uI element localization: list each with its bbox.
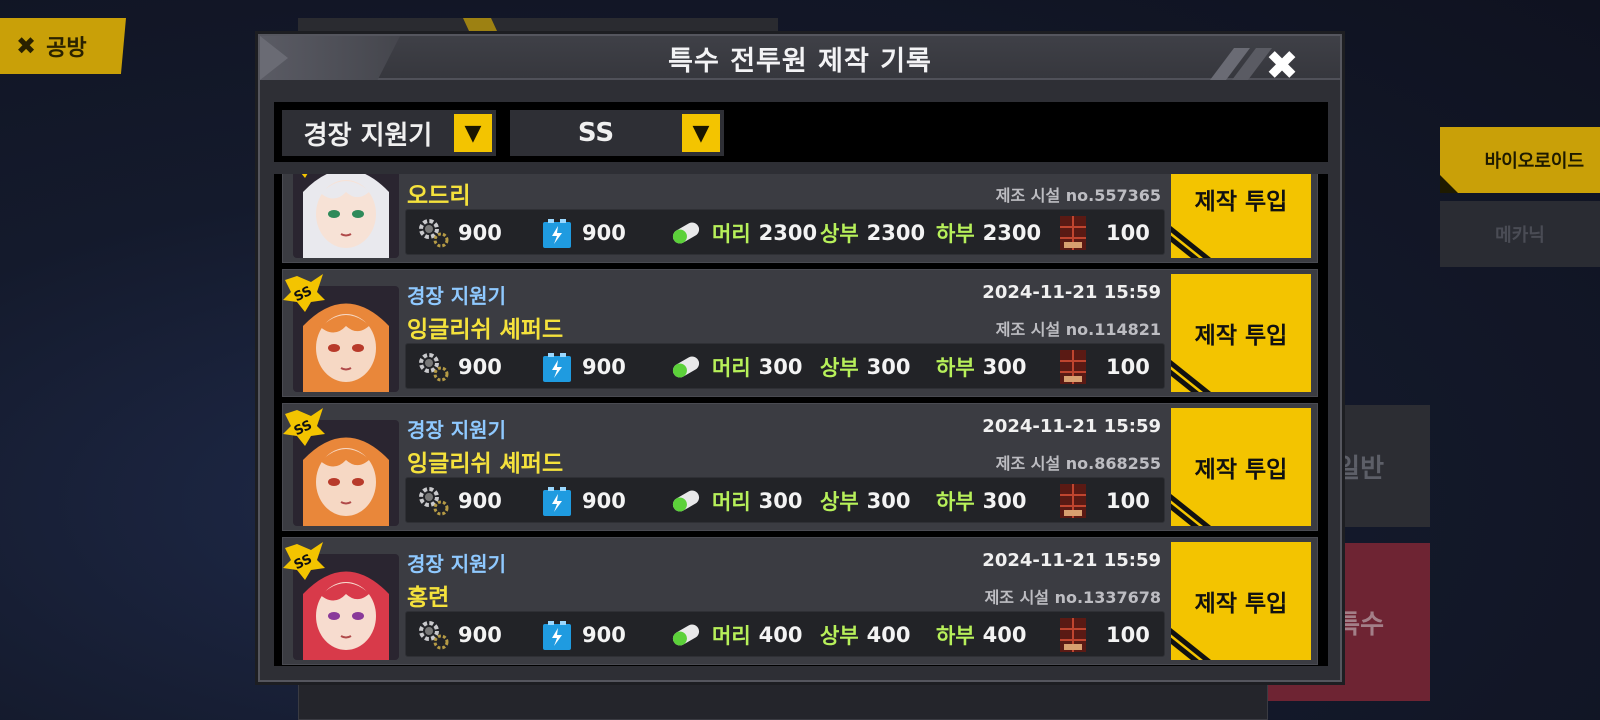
module-stat: 머리 300 [668, 478, 802, 524]
craft-history-modal: 특수 전투원 제작 기록 ✖ 경장 지원기 ▼ SS ▼ 오드리 제조 시설 n… [258, 34, 1342, 682]
side-tab-special-label: 특수 [1336, 609, 1384, 640]
back-label: 공방 [46, 36, 87, 61]
gear-icon [419, 219, 449, 248]
record-row: SS 경장 지원기 잉글리쉬 셰퍼드 2024-11-21 15:59 제조 시… [282, 403, 1318, 531]
capsule-icon [672, 222, 700, 244]
chevron-down-icon: ▼ [682, 114, 720, 152]
side-tab-bioroid-label: 바이오로이드 [1484, 151, 1584, 172]
nutrient-stat: 900 [540, 344, 626, 390]
unit-type-label: 경장 지원기 [407, 284, 506, 308]
facility-number: 제조 시설 no.868255 [995, 454, 1161, 473]
nutrient-stat: 900 [540, 612, 626, 658]
craft-submit-label: 제작 투입 [1194, 189, 1288, 215]
upper-stat: 상부 300 [820, 489, 911, 514]
resource-bar: 900 900 머리 300 상부 300 하부 300 100 [405, 343, 1165, 389]
craft-submit-label: 제작 투입 [1194, 457, 1288, 483]
facility-number: 제조 시설 no.114821 [995, 320, 1161, 339]
lower-stat: 하부 400 [936, 623, 1027, 648]
side-tab-bioroid[interactable]: 바이오로이드 [1440, 127, 1600, 193]
capsule-icon [672, 490, 700, 512]
parts-stat: 900 [416, 612, 502, 658]
chip-stat: 100 [1058, 478, 1150, 524]
facility-number: 제조 시설 no.1337678 [984, 588, 1161, 607]
modal-title: 특수 전투원 제작 기록 [668, 45, 932, 77]
gear-icon [419, 487, 449, 516]
side-tab-mechanic-label: 메카닉 [1495, 225, 1545, 246]
grade-badge-icon: SS [301, 174, 308, 178]
upper-stat: 상부 2300 [820, 221, 926, 246]
back-button[interactable]: ✖ 공방 [0, 18, 126, 74]
unit-type-label: 경장 지원기 [407, 418, 506, 442]
craft-submit-button[interactable]: 제작 투입 [1171, 174, 1311, 258]
chip-crate-icon [1060, 484, 1086, 518]
craft-submit-label: 제작 투입 [1194, 323, 1288, 349]
unit-type-label: 경장 지원기 [407, 552, 506, 576]
upper-stat: 상부 300 [820, 355, 911, 380]
parts-stat: 900 [416, 210, 502, 256]
grade-badge-icon: SS [283, 274, 325, 312]
record-list[interactable]: SS 경장 지원기 오드리 제조 시설 no.557365 900 [274, 174, 1328, 666]
battery-icon [543, 219, 571, 248]
record-row: SS 경장 지원기 잉글리쉬 셰퍼드 2024-11-21 15:59 제조 시… [282, 269, 1318, 397]
battery-icon [543, 487, 571, 516]
modal-header: 특수 전투원 제작 기록 [260, 36, 1340, 80]
close-button[interactable]: ✖ [1252, 44, 1312, 88]
lower-stat: 하부 2300 [936, 221, 1042, 246]
module-stat: 머리 400 [668, 612, 802, 658]
chip-crate-icon [1060, 350, 1086, 384]
chip-stat: 100 [1058, 612, 1150, 658]
chip-stat: 100 [1058, 210, 1150, 256]
record-date: 2024-11-21 15:59 [982, 416, 1161, 437]
craft-submit-button[interactable]: 제작 투입 [1171, 408, 1311, 526]
facility-number: 제조 시설 no.557365 [995, 186, 1161, 205]
module-stat: 머리 300 [668, 344, 802, 390]
craft-submit-label: 제작 투입 [1194, 591, 1288, 617]
chip-crate-icon [1060, 216, 1086, 250]
filter-bar: 경장 지원기 ▼ SS ▼ [274, 102, 1328, 162]
resource-bar: 900 900 머리 300 상부 300 하부 300 100 [405, 477, 1165, 523]
lower-stat: 하부 300 [936, 489, 1027, 514]
module-stat: 머리 2300 [668, 210, 817, 256]
grade-dropdown-value: SS [577, 118, 615, 148]
record-row: SS 경장 지원기 홍련 2024-11-21 15:59 제조 시설 no.1… [282, 537, 1318, 665]
nutrient-stat: 900 [540, 210, 626, 256]
side-tab-normal-label: 일반 [1336, 453, 1384, 484]
parts-stat: 900 [416, 344, 502, 390]
capsule-icon [672, 624, 700, 646]
record-date: 2024-11-21 15:59 [982, 282, 1161, 303]
resource-bar: 900 900 머리 400 상부 400 하부 400 100 [405, 611, 1165, 657]
unit-name: 오드리 [407, 183, 471, 209]
category-dropdown-value: 경장 지원기 [303, 120, 433, 151]
record-date: 2024-11-21 15:59 [982, 550, 1161, 571]
side-tab-mechanic[interactable]: 메카닉 [1440, 201, 1600, 267]
chip-crate-icon [1060, 618, 1086, 652]
unit-name: 홍련 [407, 585, 450, 611]
record-row: SS 경장 지원기 오드리 제조 시설 no.557365 900 [282, 174, 1318, 263]
craft-submit-button[interactable]: 제작 투입 [1171, 542, 1311, 660]
gear-icon [419, 621, 449, 650]
chevron-down-icon: ▼ [454, 114, 492, 152]
unit-name: 잉글리쉬 셰퍼드 [407, 317, 564, 343]
battery-icon [543, 621, 571, 650]
character-portrait [293, 174, 399, 258]
parts-stat: 900 [416, 478, 502, 524]
resource-bar: 900 900 머리 2300 상부 2300 하부 2300 100 [405, 209, 1165, 255]
grade-badge-icon: SS [283, 408, 325, 446]
category-dropdown[interactable]: 경장 지원기 ▼ [282, 110, 496, 156]
craft-submit-button[interactable]: 제작 투입 [1171, 274, 1311, 392]
chip-stat: 100 [1058, 344, 1150, 390]
nutrient-stat: 900 [540, 478, 626, 524]
grade-dropdown[interactable]: SS ▼ [510, 110, 724, 156]
lower-stat: 하부 300 [936, 355, 1027, 380]
unit-type-label: 경장 지원기 [407, 174, 506, 175]
capsule-icon [672, 356, 700, 378]
unit-name: 잉글리쉬 셰퍼드 [407, 451, 564, 477]
close-icon: ✖ [16, 32, 37, 60]
gear-icon [419, 353, 449, 382]
grade-badge-icon: SS [283, 542, 325, 580]
upper-stat: 상부 400 [820, 623, 911, 648]
battery-icon [543, 353, 571, 382]
